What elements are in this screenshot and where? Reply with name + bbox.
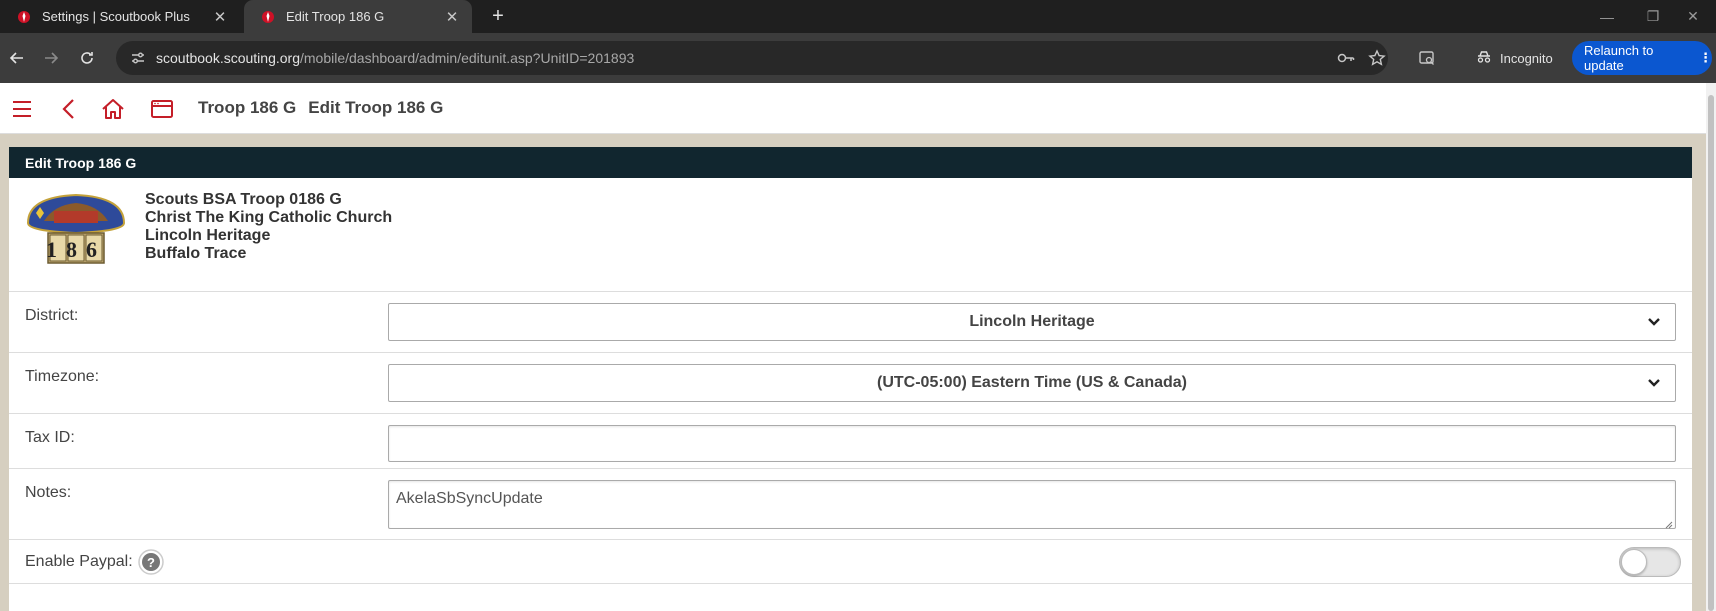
toggle-knob: [1621, 549, 1647, 575]
timezone-value: (UTC-05:00) Eastern Time (US & Canada): [877, 374, 1187, 391]
svg-text:?: ?: [147, 555, 155, 570]
scrollbar-thumb[interactable]: [1708, 95, 1714, 611]
resize-grip-icon[interactable]: [1663, 516, 1673, 529]
logo-number: 186: [46, 237, 106, 262]
unit-council: Lincoln Heritage: [145, 227, 271, 244]
relaunch-to-update-button[interactable]: Relaunch to update ⋮: [1572, 41, 1712, 75]
unit-patch-logo: 186: [24, 191, 128, 267]
unit-district: Buffalo Trace: [145, 245, 247, 262]
back-chevron-icon[interactable]: [54, 95, 82, 123]
browser-tab-settings[interactable]: Settings | Scoutbook Plus ✕: [0, 0, 240, 33]
relaunch-label: Relaunch to update: [1584, 43, 1654, 73]
timezone-label: Timezone:: [25, 368, 100, 385]
paypal-toggle[interactable]: [1619, 547, 1681, 577]
notes-label: Notes:: [25, 484, 72, 501]
notes-textarea[interactable]: AkelaSbSyncUpdate: [388, 480, 1676, 529]
reload-icon[interactable]: [72, 43, 102, 73]
browser-toolbar: scoutbook.scouting.org/mobile/dashboard/…: [0, 33, 1716, 83]
url-host: scoutbook.scouting.org: [156, 50, 300, 66]
unit-details: Scouts BSA Troop 0186 G Christ The King …: [145, 191, 392, 263]
forward-arrow-icon[interactable]: [36, 43, 66, 73]
tab-title: Edit Troop 186 G: [286, 9, 385, 24]
url-path: /mobile/dashboard/admin/editunit.asp?Uni…: [299, 50, 635, 66]
browser-window-icon[interactable]: [148, 95, 176, 123]
unit-info: 186 Scouts BSA Troop 0186 G Christ The K…: [9, 178, 1692, 292]
window-close-icon[interactable]: ✕: [1670, 0, 1716, 33]
header-unit-name: Troop 186 G: [198, 98, 297, 117]
notes-row: Notes: AkelaSbSyncUpdate: [9, 469, 1692, 540]
unit-type-number: Scouts BSA Troop 0186 G: [145, 191, 342, 208]
password-key-icon[interactable]: [1330, 41, 1362, 75]
url-text: scoutbook.scouting.org/mobile/dashboard/…: [156, 50, 634, 66]
timezone-select[interactable]: (UTC-05:00) Eastern Time (US & Canada): [388, 364, 1676, 402]
tab-title: Settings | Scoutbook Plus: [42, 9, 190, 24]
page-scrollbar[interactable]: [1706, 83, 1716, 611]
page-title: Troop 186 G Edit Troop 186 G: [198, 98, 443, 118]
site-header: Troop 186 G Edit Troop 186 G: [0, 83, 1716, 134]
district-row: District: Lincoln Heritage: [9, 292, 1692, 353]
hamburger-menu-icon[interactable]: [8, 95, 36, 123]
card-title: Edit Troop 186 G: [9, 147, 1692, 178]
back-arrow-icon[interactable]: [2, 43, 32, 73]
site-settings-icon[interactable]: [120, 50, 156, 66]
new-tab-plus-icon[interactable]: +: [486, 4, 510, 28]
more-menu-icon[interactable]: ⋮: [1699, 50, 1712, 66]
tab-close-icon[interactable]: ✕: [444, 9, 460, 26]
browser-tab-edit-troop[interactable]: Edit Troop 186 G ✕: [244, 0, 472, 33]
paypal-row: Enable Paypal: ?: [9, 540, 1692, 584]
incognito-icon: [1476, 49, 1492, 68]
incognito-label: Incognito: [1500, 50, 1553, 66]
header-page-title: Edit Troop 186 G: [308, 98, 444, 117]
edit-unit-card: Edit Troop 186 G 186 Scouts BSA Troop 01…: [9, 147, 1692, 611]
timezone-row: Timezone: (UTC-05:00) Eastern Time (US &…: [9, 353, 1692, 414]
browser-tabstrip: Settings | Scoutbook Plus ✕ Edit Troop 1…: [0, 0, 1716, 33]
notes-value: AkelaSbSyncUpdate: [396, 490, 543, 507]
tab-search-icon[interactable]: [1411, 41, 1443, 75]
help-question-icon[interactable]: ?: [138, 549, 164, 575]
scouting-fleur-icon: [260, 9, 276, 25]
minimize-icon[interactable]: —: [1584, 0, 1630, 33]
district-select[interactable]: Lincoln Heritage: [388, 303, 1676, 341]
paypal-label: Enable Paypal:: [25, 553, 133, 570]
tab-close-icon[interactable]: ✕: [212, 9, 228, 26]
bookmark-star-icon[interactable]: [1361, 41, 1393, 75]
district-label: District:: [25, 307, 79, 324]
tax-id-label: Tax ID:: [25, 429, 75, 446]
tax-id-row: Tax ID:: [9, 414, 1692, 469]
unit-charter-org: Christ The King Catholic Church: [145, 209, 393, 226]
tax-id-input[interactable]: [388, 425, 1676, 462]
incognito-indicator[interactable]: Incognito: [1466, 41, 1563, 75]
address-bar[interactable]: scoutbook.scouting.org/mobile/dashboard/…: [116, 41, 1388, 75]
scouting-fleur-icon: [16, 9, 32, 25]
home-icon[interactable]: [99, 95, 127, 123]
chevron-down-icon: [1647, 315, 1661, 329]
district-value: Lincoln Heritage: [969, 313, 1095, 330]
chevron-down-icon: [1647, 376, 1661, 390]
